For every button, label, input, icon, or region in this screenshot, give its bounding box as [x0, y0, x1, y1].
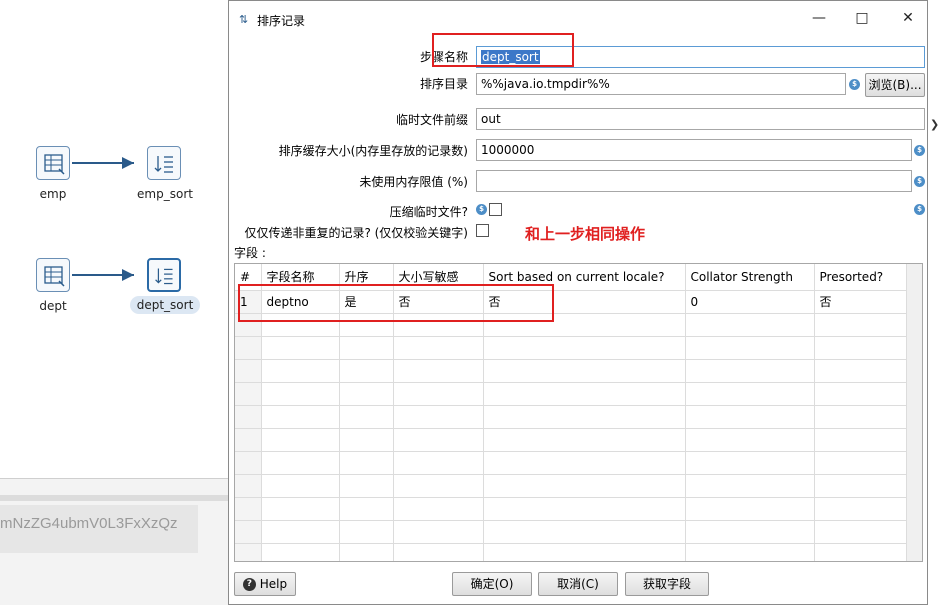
get-fields-button[interactable]: 获取字段: [625, 572, 709, 596]
annotation-text: 和上一步相同操作: [525, 225, 646, 243]
table-row[interactable]: [235, 451, 909, 475]
compress-label: 压缩临时文件?: [389, 205, 468, 219]
cancel-button[interactable]: 取消(C): [538, 572, 618, 596]
free-memory-input[interactable]: [476, 170, 912, 192]
sort-icon: ⇅: [239, 13, 249, 26]
column-header-collator[interactable]: Collator Strength: [685, 264, 815, 291]
highlight-box: [238, 284, 554, 322]
sort-directory-input[interactable]: %%java.io.tmpdir%%: [476, 73, 846, 95]
chevron-right-icon[interactable]: ❯: [930, 118, 939, 131]
dialog-titlebar[interactable]: ⇅ 排序记录 — □ ✕: [229, 1, 927, 35]
temp-file-prefix-input[interactable]: out: [476, 108, 925, 130]
table-row[interactable]: [235, 474, 909, 498]
sort-buffer-input[interactable]: 1000000: [476, 139, 912, 161]
transformation-canvas[interactable]: emp emp_sort dept dept_sort mNzZG4ubmV0L…: [0, 0, 228, 605]
sort-buffer-label: 排序缓存大小(内存里存放的记录数): [278, 144, 468, 158]
compress-checkbox[interactable]: [489, 203, 502, 216]
browse-button[interactable]: 浏览(B)...: [865, 73, 925, 97]
right-edge-panel: ❯: [928, 0, 939, 605]
table-row[interactable]: [235, 520, 909, 544]
node-label-emp: emp: [39, 187, 67, 201]
fields-label: 字段 :: [234, 246, 266, 260]
variable-icon[interactable]: $: [849, 79, 860, 90]
bottom-panel: mNzZG4ubmV0L3FxXzQz: [0, 478, 228, 605]
encoded-text: mNzZG4ubmV0L3FxXzQz: [0, 505, 198, 553]
free-memory-label: 未使用内存限值 (%): [359, 175, 468, 189]
table-row[interactable]: [235, 543, 909, 561]
table-row[interactable]: [235, 405, 909, 429]
node-label-dept: dept: [39, 299, 67, 313]
maximize-icon[interactable]: □: [847, 7, 877, 29]
vertical-scrollbar[interactable]: [906, 264, 922, 561]
help-icon: ?: [242, 578, 256, 591]
node-label-dept-sort: dept_sort: [130, 296, 200, 314]
variable-icon[interactable]: $: [476, 204, 487, 215]
sort-step-icon[interactable]: [147, 146, 181, 180]
table-row[interactable]: [235, 428, 909, 452]
help-button[interactable]: ? Help: [234, 572, 296, 596]
ok-button[interactable]: 确定(O): [452, 572, 532, 596]
panel-divider[interactable]: [0, 495, 228, 501]
unique-rows-label: 仅仅传递非重复的记录? (仅仅校验关键字): [244, 226, 468, 240]
variable-icon[interactable]: $: [914, 176, 925, 187]
table-row[interactable]: [235, 497, 909, 521]
help-label: Help: [259, 577, 288, 591]
highlight-box: [432, 33, 574, 67]
table-row[interactable]: [235, 382, 909, 406]
node-label-emp-sort: emp_sort: [137, 187, 193, 201]
dialog-title: 排序记录: [257, 14, 306, 28]
hop-arrow-icon: [122, 269, 134, 281]
table-input-step-icon[interactable]: [36, 146, 70, 180]
sort-rows-dialog: ⇅ 排序记录 — □ ✕ 步骤名称 dept_sort 排序目录 %%java.…: [228, 0, 928, 605]
sort-directory-label: 排序目录: [419, 77, 468, 91]
sort-step-icon[interactable]: [147, 258, 181, 292]
cell-presorted[interactable]: 否: [814, 290, 909, 314]
temp-file-prefix-label: 临时文件前缀: [395, 113, 468, 127]
hop-arrow-icon: [122, 157, 134, 169]
variable-icon[interactable]: $: [914, 145, 925, 156]
close-icon[interactable]: ✕: [893, 7, 923, 29]
column-header-presorted[interactable]: Presorted?: [814, 264, 909, 291]
minimize-icon[interactable]: —: [804, 7, 834, 29]
table-row[interactable]: [235, 359, 909, 383]
variable-icon[interactable]: $: [914, 204, 925, 215]
table-row[interactable]: [235, 336, 909, 360]
table-input-step-icon[interactable]: [36, 258, 70, 292]
cell-collator[interactable]: 0: [685, 290, 815, 314]
unique-rows-checkbox[interactable]: [476, 224, 489, 237]
